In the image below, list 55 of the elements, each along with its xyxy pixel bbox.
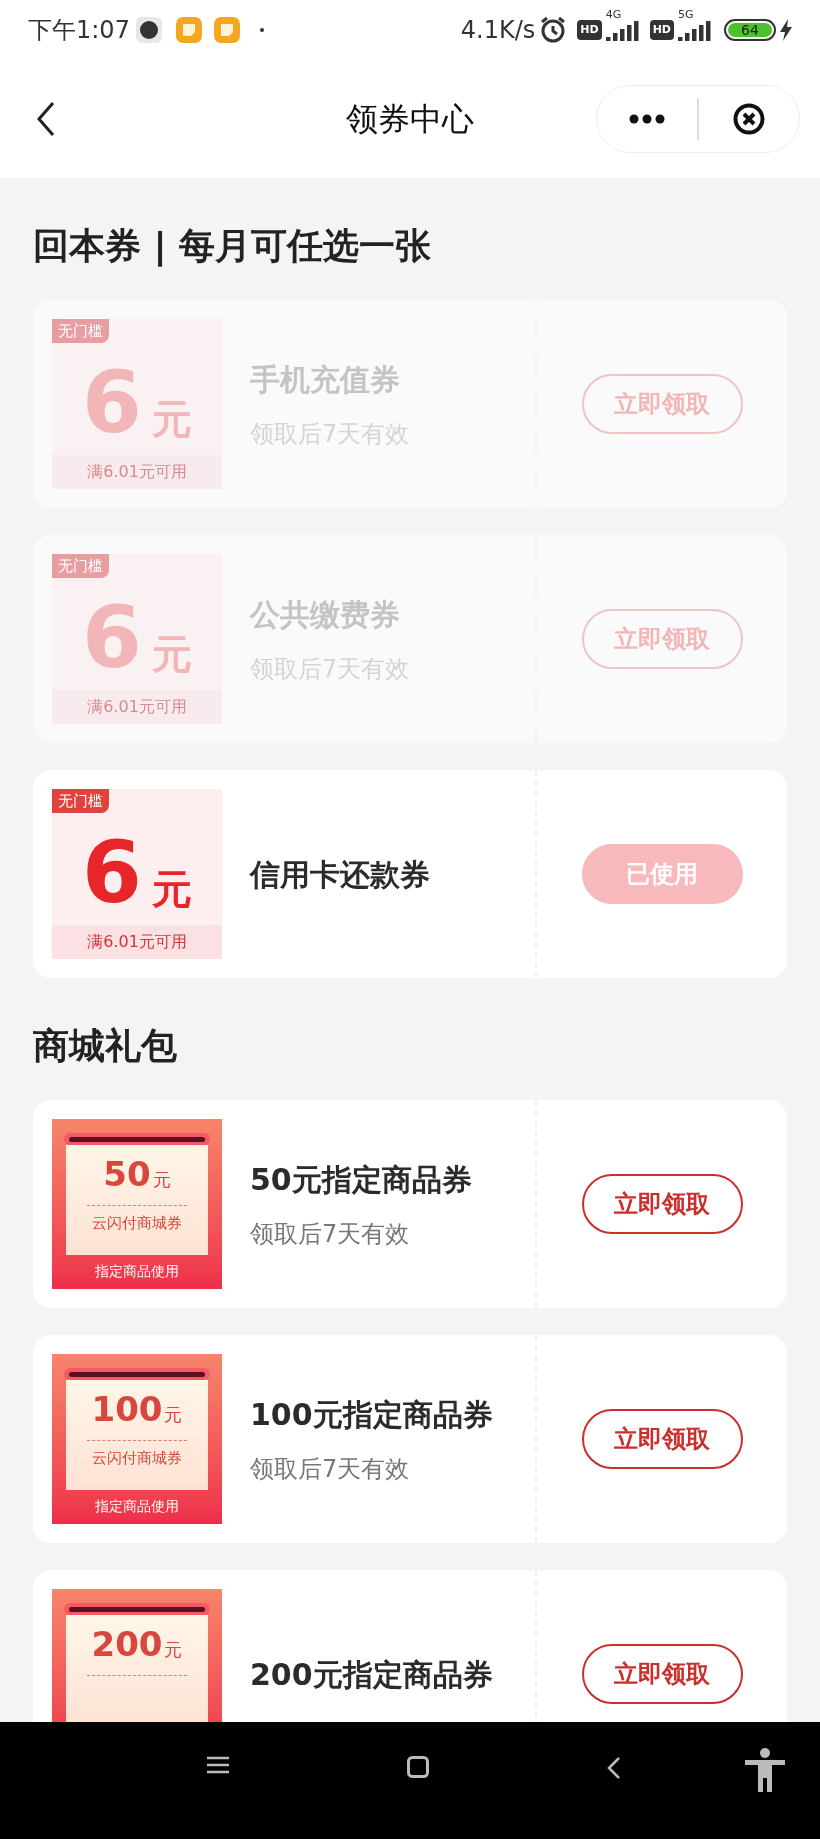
back-icon[interactable]	[607, 1756, 621, 1780]
coupon-condition: 满6.01元可用	[52, 925, 222, 959]
currency-unit: 元	[152, 1171, 171, 1189]
ticket-amount: 200	[91, 1627, 163, 1661]
validity-text: 领取后7天有效	[250, 1218, 411, 1250]
ticket-amount: 100	[91, 1392, 163, 1426]
ticket-footer: 指定商品使用	[95, 1261, 179, 1282]
network-speed: 4.1K/s	[460, 15, 536, 46]
section-title: 商城礼包	[32, 1024, 178, 1068]
ticket-name: 云闪付商城券	[92, 1213, 182, 1234]
coupon-amount: 6	[82, 359, 142, 445]
currency-unit: 元	[151, 869, 192, 909]
close-icon[interactable]	[733, 103, 765, 135]
claim-button[interactable]: 立即领取	[581, 1174, 743, 1234]
claim-button[interactable]: 立即领取	[581, 1644, 743, 1704]
ticket-amount: 50	[103, 1157, 151, 1191]
coupon-amount: 6	[82, 829, 142, 915]
battery-level: 64	[741, 23, 759, 37]
home-icon[interactable]	[407, 1756, 429, 1778]
network-type: 5G	[678, 9, 694, 20]
alarm-icon	[539, 16, 568, 44]
more-icon[interactable]	[629, 114, 665, 124]
status-time: 下午1:07	[28, 15, 130, 46]
back-icon[interactable]	[36, 101, 56, 137]
ticket-name: 云闪付商城券	[92, 1448, 182, 1469]
no-threshold-tag: 无门槛	[52, 319, 109, 343]
coupon-title: 50元指定商品券	[250, 1160, 472, 1199]
coupon-title: 100元指定商品券	[250, 1395, 493, 1434]
no-threshold-tag: 无门槛	[52, 789, 109, 813]
hd-badge: HD	[649, 20, 674, 40]
currency-unit: 元	[151, 399, 192, 439]
note-app-icon	[213, 17, 240, 43]
signal-icon	[605, 19, 640, 41]
currency-unit: 元	[164, 1406, 183, 1424]
coupon-condition: 满6.01元可用	[52, 455, 222, 489]
accessibility-icon[interactable]	[745, 1748, 785, 1792]
validity-text: 领取后7天有效	[250, 1453, 411, 1485]
ticket-footer: 指定商品使用	[95, 1496, 179, 1517]
network-type: 4G	[605, 9, 622, 20]
no-threshold-tag: 无门槛	[52, 554, 109, 578]
coupon-condition: 满6.01元可用	[52, 690, 222, 724]
currency-unit: 元	[151, 634, 192, 674]
coupon-title: 信用卡还款券	[250, 855, 430, 894]
hd-badge: HD	[577, 20, 602, 40]
claim-button[interactable]: 立即领取	[581, 1409, 743, 1469]
signal-icon	[678, 19, 712, 41]
currency-unit: 元	[164, 1641, 183, 1659]
dot-icon	[259, 28, 264, 32]
charging-icon	[780, 19, 792, 41]
coupon-amount: 6	[82, 594, 142, 680]
page-title: 领券中心	[346, 99, 474, 140]
menu-icon[interactable]	[207, 1756, 229, 1774]
section-title: 回本券 | 每月可任选一张	[32, 224, 433, 269]
coupon-title: 200元指定商品券	[250, 1655, 493, 1694]
note-app-icon	[175, 17, 202, 43]
